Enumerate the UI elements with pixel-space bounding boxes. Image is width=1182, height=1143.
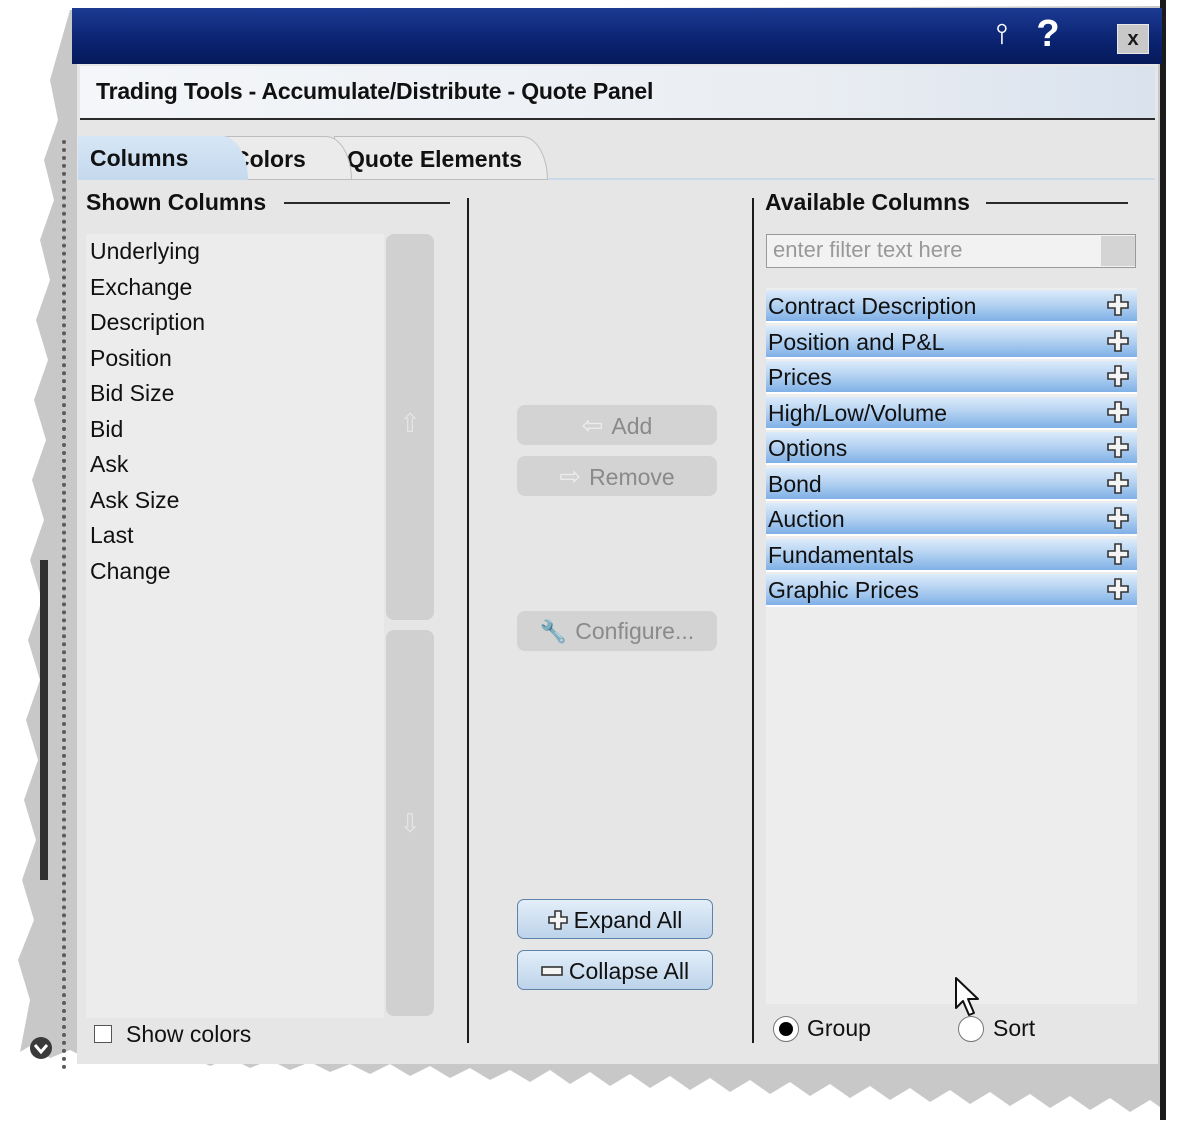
shown-column-item[interactable]: Ask [90,451,128,478]
expand-plus-icon[interactable] [1107,578,1129,600]
mouse-cursor-icon [955,977,979,1016]
expand-plus-icon[interactable] [1107,401,1129,423]
filter-field[interactable] [766,234,1136,268]
available-group-row[interactable]: Position and P&L [766,326,1137,359]
chevron-down-icon[interactable] [28,1036,54,1060]
configure-button[interactable]: 🔧 Configure... [517,611,717,651]
shown-column-item[interactable]: Ask Size [90,487,179,514]
shown-columns-header: Shown Columns [86,189,267,215]
available-group-label: High/Low/Volume [768,400,947,426]
show-colors-checkbox[interactable] [94,1025,112,1043]
available-group-row[interactable]: Auction [766,503,1137,536]
shown-column-item[interactable]: Bid [90,416,123,443]
minus-icon [541,966,563,976]
wrench-icon: 🔧 [539,619,568,644]
shown-column-item[interactable]: Last [90,522,133,549]
configure-label: Configure... [575,618,695,644]
shown-column-item[interactable]: Exchange [90,274,192,301]
arrow-up-icon: ⇧ [399,408,421,438]
available-group-label: Prices [768,364,832,390]
shown-column-item[interactable]: Position [90,345,172,372]
available-group-label: Fundamentals [768,542,914,568]
right-divider [752,198,754,1043]
tab-columns[interactable]: Columns [78,136,248,180]
shown-column-item[interactable]: Change [90,558,171,585]
expand-plus-icon[interactable] [1107,543,1129,565]
window-left-edge [62,140,66,1070]
pin-icon[interactable]: ⫯ [988,14,1016,54]
shown-column-item[interactable]: Underlying [90,238,200,265]
plus-icon [547,910,568,930]
add-button[interactable]: ⇦ Add [517,405,717,445]
available-group-label: Options [768,435,848,461]
group-label: Group [807,1015,871,1041]
show-colors-label: Show colors [126,1021,252,1047]
remove-button[interactable]: ⇨ Remove [517,456,717,496]
shown-column-item[interactable]: Bid Size [90,380,174,407]
expand-all-label: Expand All [573,907,683,933]
add-label: Add [611,413,653,439]
sort-label: Sort [993,1015,1036,1041]
available-group-label: Bond [768,471,822,497]
available-columns-list[interactable] [766,288,1137,1004]
collapse-all-label: Collapse All [568,958,690,984]
available-group-label: Contract Description [768,293,977,319]
left-divider [467,198,469,1043]
arrow-right-icon: ⇨ [559,461,582,491]
available-columns-rule [986,202,1128,204]
close-button[interactable]: x [1117,24,1149,54]
expand-plus-icon[interactable] [1107,436,1129,458]
filter-clear-button[interactable] [1101,236,1135,266]
radio-selected-dot [779,1022,793,1036]
expand-plus-icon[interactable] [1107,507,1129,529]
filter-input[interactable] [767,235,1103,265]
available-group-row[interactable]: Fundamentals [766,539,1137,572]
available-group-row[interactable]: Options [766,432,1137,465]
arrow-down-icon: ⇩ [399,808,421,838]
shown-column-item[interactable]: Description [90,309,205,336]
available-group-row[interactable]: High/Low/Volume [766,397,1137,430]
available-group-label: Auction [768,506,845,532]
group-radio[interactable] [773,1016,799,1042]
available-group-row[interactable]: Prices [766,361,1137,394]
tab-quote-elements[interactable]: Quote Elements [334,136,548,180]
available-columns-header: Available Columns [765,189,970,215]
collapse-all-button[interactable]: Collapse All [517,950,713,990]
expand-plus-icon[interactable] [1107,472,1129,494]
available-group-row[interactable]: Bond [766,468,1137,501]
remove-label: Remove [589,464,675,490]
expand-plus-icon[interactable] [1107,294,1129,316]
arrow-left-icon: ⇦ [581,410,604,440]
available-group-label: Graphic Prices [768,577,919,603]
available-group-label: Position and P&L [768,329,945,355]
expand-all-button[interactable]: Expand All [517,899,713,939]
help-button[interactable]: ? [1030,12,1066,56]
expand-plus-icon[interactable] [1107,365,1129,387]
available-group-row[interactable]: Graphic Prices [766,574,1137,607]
panel-title: Trading Tools - Accumulate/Distribute - … [96,78,654,104]
available-group-row[interactable]: Contract Description [766,290,1137,323]
shown-columns-rule [284,202,450,204]
expand-plus-icon[interactable] [1107,330,1129,352]
